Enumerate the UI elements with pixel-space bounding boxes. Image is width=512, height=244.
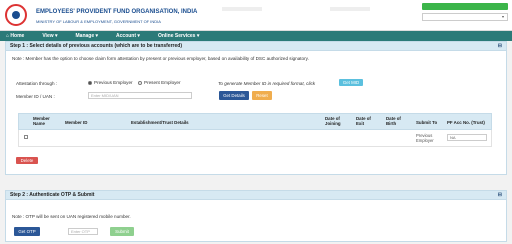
header-status-bar [422, 3, 508, 10]
org-title: EMPLOYEES' PROVIDENT FUND ORGANISATION, … [36, 9, 198, 15]
header-info-placeholder [222, 7, 262, 11]
col-member-id: Member ID [65, 120, 88, 125]
nav-view[interactable]: View ▾ [42, 33, 57, 39]
nav-online-services[interactable]: Online Services ▾ [158, 33, 199, 39]
member-id-input[interactable]: Enter MID/UAN [88, 92, 192, 99]
radio-present-employer[interactable]: Present Employer [138, 80, 181, 85]
col-date-exit: Date of Exit [356, 116, 371, 126]
radio-present-label: Present Employer [144, 80, 181, 85]
table-row: Previous Employer NA [18, 130, 492, 147]
delete-button[interactable]: Delete [16, 157, 38, 164]
step1-header[interactable]: Step 1 : Select details of previous acco… [6, 42, 506, 51]
radio-icon[interactable] [138, 80, 142, 85]
get-details-button[interactable]: Get Details [219, 91, 249, 100]
col-date-joining: Date of Joining [325, 116, 341, 126]
col-date-birth: Date of Birth [386, 116, 401, 126]
submit-button[interactable]: Submit [110, 227, 134, 236]
org-subtitle: MINISTRY OF LABOUR & EMPLOYMENT, GOVERNM… [36, 19, 161, 24]
radio-icon[interactable] [88, 80, 92, 85]
step1-title: Step 1 : Select details of previous acco… [10, 43, 182, 49]
chevron-down-icon: ▾ [501, 14, 504, 19]
nav-account[interactable]: Account ▾ [116, 33, 140, 39]
col-submit-to: Submit To [416, 120, 438, 125]
otp-input[interactable]: Enter OTP [68, 228, 98, 235]
cell-submit-to: Previous Employer [416, 133, 434, 143]
generate-mid-hint: To generate Member ID in required format… [218, 81, 316, 86]
step2-header[interactable]: Step 2 : Authenticate OTP & Submit ⊟ [6, 191, 506, 200]
nav-home[interactable]: ⌂ Home [6, 33, 24, 39]
reset-button[interactable]: Reset [252, 91, 272, 100]
pf-acc-input[interactable]: NA [447, 134, 487, 141]
get-otp-button[interactable]: Get OTP [14, 227, 40, 236]
attestation-label: Attestation through : [16, 81, 58, 86]
header-info-placeholder [330, 7, 370, 11]
col-member-name: Member Name [33, 116, 50, 126]
epfo-logo [5, 4, 27, 26]
main-nav: ⌂ Home View ▾ Manage ▾ Account ▾ Online … [0, 31, 512, 41]
col-establishment: Establishment/Trust Details [131, 120, 189, 125]
nav-manage[interactable]: Manage ▾ [76, 33, 99, 39]
col-pf-acc: PF Acc No. (Trust) [447, 120, 485, 125]
radio-previous-employer[interactable]: Previous Employer [88, 80, 133, 85]
get-mid-button[interactable]: Get MID [339, 79, 363, 86]
site-header: EMPLOYEES' PROVIDENT FUND ORGANISATION, … [0, 0, 512, 31]
step1-note: Note : Member has the option to choose c… [12, 56, 309, 61]
radio-previous-label: Previous Employer [94, 80, 133, 85]
collapse-icon[interactable]: ⊟ [498, 43, 502, 49]
step1-panel: Step 1 : Select details of previous acco… [5, 41, 507, 175]
step2-note: Note : OTP will be sent on UAN registere… [12, 214, 131, 219]
step2-title: Step 2 : Authenticate OTP & Submit [10, 192, 95, 198]
user-menu[interactable]: ▾ [422, 13, 508, 21]
row-checkbox[interactable] [24, 135, 28, 139]
collapse-icon[interactable]: ⊟ [498, 192, 502, 198]
accounts-table-header: Member Name Member ID Establishment/Trus… [18, 113, 492, 130]
member-id-label: Member ID / UAN : [16, 94, 55, 99]
